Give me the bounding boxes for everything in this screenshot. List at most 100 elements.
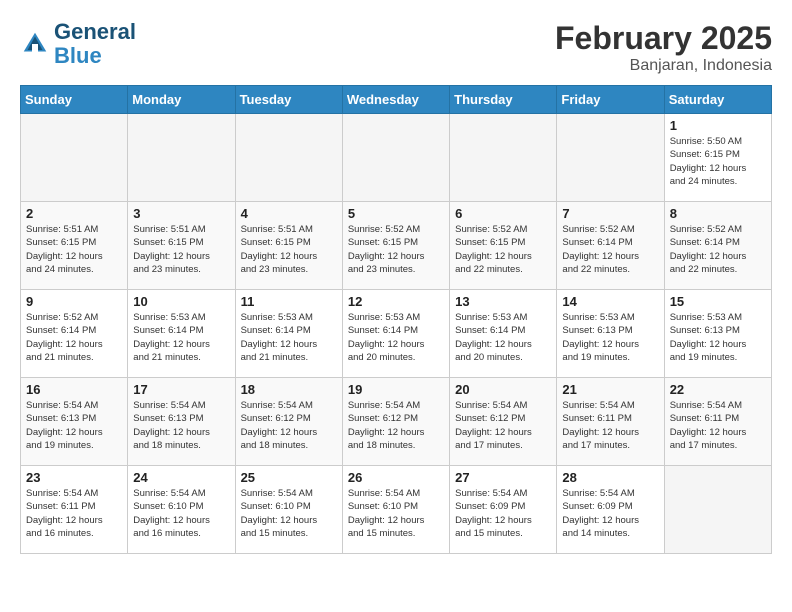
day-number: 26 bbox=[348, 470, 444, 485]
calendar-week-row: 1Sunrise: 5:50 AM Sunset: 6:15 PM Daylig… bbox=[21, 114, 772, 202]
calendar-cell: 21 Sunrise: 5:54 AM Sunset: 6:11 PM Dayli… bbox=[557, 378, 664, 466]
calendar-cell: 3 Sunrise: 5:51 AM Sunset: 6:15 PM Daylig… bbox=[128, 202, 235, 290]
day-info: Sunrise: 5:51 AM Sunset: 6:15 PM Dayligh… bbox=[26, 223, 122, 276]
calendar-cell: 22 Sunrise: 5:54 AM Sunset: 6:11 PM Dayli… bbox=[664, 378, 771, 466]
calendar-cell: 1Sunrise: 5:50 AM Sunset: 6:15 PM Daylig… bbox=[664, 114, 771, 202]
calendar-cell bbox=[664, 466, 771, 554]
weekday-header: Saturday bbox=[664, 86, 771, 114]
calendar-cell: 4 Sunrise: 5:51 AM Sunset: 6:15 PM Daylig… bbox=[235, 202, 342, 290]
calendar-cell: 20 Sunrise: 5:54 AM Sunset: 6:12 PM Dayli… bbox=[450, 378, 557, 466]
weekday-header-row: SundayMondayTuesdayWednesdayThursdayFrid… bbox=[21, 86, 772, 114]
day-info: Sunrise: 5:50 AM Sunset: 6:15 PM Dayligh… bbox=[670, 135, 766, 188]
day-number: 19 bbox=[348, 382, 444, 397]
day-info: Sunrise: 5:52 AM Sunset: 6:15 PM Dayligh… bbox=[348, 223, 444, 276]
logo-text: General Blue bbox=[54, 20, 136, 68]
calendar-cell: 12 Sunrise: 5:53 AM Sunset: 6:14 PM Dayli… bbox=[342, 290, 449, 378]
logo-icon bbox=[20, 29, 50, 59]
day-number: 28 bbox=[562, 470, 658, 485]
day-number: 6 bbox=[455, 206, 551, 221]
day-info: Sunrise: 5:54 AM Sunset: 6:13 PM Dayligh… bbox=[133, 399, 229, 452]
day-number: 23 bbox=[26, 470, 122, 485]
calendar-cell: 9 Sunrise: 5:52 AM Sunset: 6:14 PM Daylig… bbox=[21, 290, 128, 378]
day-info: Sunrise: 5:53 AM Sunset: 6:13 PM Dayligh… bbox=[562, 311, 658, 364]
day-info: Sunrise: 5:54 AM Sunset: 6:11 PM Dayligh… bbox=[670, 399, 766, 452]
page-header: General Blue February 2025 Banjaran, Ind… bbox=[20, 20, 772, 75]
day-info: Sunrise: 5:54 AM Sunset: 6:11 PM Dayligh… bbox=[562, 399, 658, 452]
calendar-cell: 7 Sunrise: 5:52 AM Sunset: 6:14 PM Daylig… bbox=[557, 202, 664, 290]
calendar-cell bbox=[235, 114, 342, 202]
calendar-cell: 27Sunrise: 5:54 AM Sunset: 6:09 PM Dayli… bbox=[450, 466, 557, 554]
calendar-cell: 25Sunrise: 5:54 AM Sunset: 6:10 PM Dayli… bbox=[235, 466, 342, 554]
day-number: 4 bbox=[241, 206, 337, 221]
calendar-cell: 28 Sunrise: 5:54 AM Sunset: 6:09 PM Dayli… bbox=[557, 466, 664, 554]
calendar-cell: 24 Sunrise: 5:54 AM Sunset: 6:10 PM Dayli… bbox=[128, 466, 235, 554]
day-info: Sunrise: 5:54 AM Sunset: 6:12 PM Dayligh… bbox=[348, 399, 444, 452]
calendar-week-row: 2 Sunrise: 5:51 AM Sunset: 6:15 PM Daylig… bbox=[21, 202, 772, 290]
calendar-cell bbox=[21, 114, 128, 202]
day-info: Sunrise: 5:54 AM Sunset: 6:13 PM Dayligh… bbox=[26, 399, 122, 452]
calendar-cell: 15 Sunrise: 5:53 AM Sunset: 6:13 PM Dayli… bbox=[664, 290, 771, 378]
day-info: Sunrise: 5:54 AM Sunset: 6:09 PM Dayligh… bbox=[562, 487, 658, 540]
day-info: Sunrise: 5:52 AM Sunset: 6:14 PM Dayligh… bbox=[26, 311, 122, 364]
calendar-cell: 2 Sunrise: 5:51 AM Sunset: 6:15 PM Daylig… bbox=[21, 202, 128, 290]
day-number: 27 bbox=[455, 470, 551, 485]
calendar-cell: 13 Sunrise: 5:53 AM Sunset: 6:14 PM Dayli… bbox=[450, 290, 557, 378]
calendar-week-row: 23 Sunrise: 5:54 AM Sunset: 6:11 PM Dayli… bbox=[21, 466, 772, 554]
day-info: Sunrise: 5:51 AM Sunset: 6:15 PM Dayligh… bbox=[241, 223, 337, 276]
day-info: Sunrise: 5:52 AM Sunset: 6:15 PM Dayligh… bbox=[455, 223, 551, 276]
day-number: 2 bbox=[26, 206, 122, 221]
calendar-cell: 26 Sunrise: 5:54 AM Sunset: 6:10 PM Dayli… bbox=[342, 466, 449, 554]
day-info: Sunrise: 5:54 AM Sunset: 6:11 PM Dayligh… bbox=[26, 487, 122, 540]
day-number: 9 bbox=[26, 294, 122, 309]
day-number: 15 bbox=[670, 294, 766, 309]
day-info: Sunrise: 5:51 AM Sunset: 6:15 PM Dayligh… bbox=[133, 223, 229, 276]
day-number: 21 bbox=[562, 382, 658, 397]
day-number: 8 bbox=[670, 206, 766, 221]
day-info: Sunrise: 5:53 AM Sunset: 6:13 PM Dayligh… bbox=[670, 311, 766, 364]
day-number: 11 bbox=[241, 294, 337, 309]
weekday-header: Wednesday bbox=[342, 86, 449, 114]
day-number: 7 bbox=[562, 206, 658, 221]
weekday-header: Sunday bbox=[21, 86, 128, 114]
location: Banjaran, Indonesia bbox=[555, 57, 772, 75]
calendar-week-row: 9 Sunrise: 5:52 AM Sunset: 6:14 PM Daylig… bbox=[21, 290, 772, 378]
day-info: Sunrise: 5:54 AM Sunset: 6:10 PM Dayligh… bbox=[348, 487, 444, 540]
calendar-cell: 5 Sunrise: 5:52 AM Sunset: 6:15 PM Daylig… bbox=[342, 202, 449, 290]
calendar-cell: 11 Sunrise: 5:53 AM Sunset: 6:14 PM Dayli… bbox=[235, 290, 342, 378]
day-number: 24 bbox=[133, 470, 229, 485]
day-info: Sunrise: 5:52 AM Sunset: 6:14 PM Dayligh… bbox=[562, 223, 658, 276]
calendar-cell: 19 Sunrise: 5:54 AM Sunset: 6:12 PM Dayli… bbox=[342, 378, 449, 466]
day-number: 5 bbox=[348, 206, 444, 221]
calendar-cell: 18Sunrise: 5:54 AM Sunset: 6:12 PM Dayli… bbox=[235, 378, 342, 466]
calendar-week-row: 16 Sunrise: 5:54 AM Sunset: 6:13 PM Dayli… bbox=[21, 378, 772, 466]
title-block: February 2025 Banjaran, Indonesia bbox=[555, 20, 772, 75]
day-info: Sunrise: 5:53 AM Sunset: 6:14 PM Dayligh… bbox=[348, 311, 444, 364]
calendar-cell bbox=[557, 114, 664, 202]
calendar-cell: 10Sunrise: 5:53 AM Sunset: 6:14 PM Dayli… bbox=[128, 290, 235, 378]
calendar-cell bbox=[450, 114, 557, 202]
day-number: 20 bbox=[455, 382, 551, 397]
day-number: 18 bbox=[241, 382, 337, 397]
weekday-header: Monday bbox=[128, 86, 235, 114]
day-number: 3 bbox=[133, 206, 229, 221]
day-info: Sunrise: 5:52 AM Sunset: 6:14 PM Dayligh… bbox=[670, 223, 766, 276]
day-number: 12 bbox=[348, 294, 444, 309]
calendar-cell: 14Sunrise: 5:53 AM Sunset: 6:13 PM Dayli… bbox=[557, 290, 664, 378]
day-info: Sunrise: 5:54 AM Sunset: 6:10 PM Dayligh… bbox=[133, 487, 229, 540]
day-info: Sunrise: 5:54 AM Sunset: 6:12 PM Dayligh… bbox=[455, 399, 551, 452]
day-info: Sunrise: 5:53 AM Sunset: 6:14 PM Dayligh… bbox=[455, 311, 551, 364]
day-info: Sunrise: 5:53 AM Sunset: 6:14 PM Dayligh… bbox=[241, 311, 337, 364]
weekday-header: Friday bbox=[557, 86, 664, 114]
calendar-cell bbox=[128, 114, 235, 202]
weekday-header: Thursday bbox=[450, 86, 557, 114]
logo: General Blue bbox=[20, 20, 136, 68]
weekday-header: Tuesday bbox=[235, 86, 342, 114]
calendar-cell bbox=[342, 114, 449, 202]
day-number: 16 bbox=[26, 382, 122, 397]
day-number: 22 bbox=[670, 382, 766, 397]
month-year: February 2025 bbox=[555, 20, 772, 57]
day-number: 13 bbox=[455, 294, 551, 309]
calendar-table: SundayMondayTuesdayWednesdayThursdayFrid… bbox=[20, 85, 772, 554]
calendar-cell: 17Sunrise: 5:54 AM Sunset: 6:13 PM Dayli… bbox=[128, 378, 235, 466]
calendar-cell: 16 Sunrise: 5:54 AM Sunset: 6:13 PM Dayli… bbox=[21, 378, 128, 466]
